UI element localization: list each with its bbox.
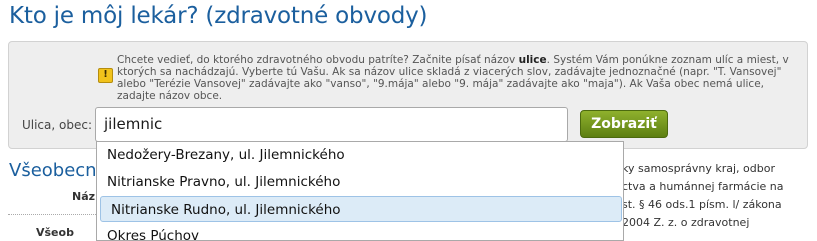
description-line: ky samosprávny kraj, odbor: [622, 162, 775, 175]
show-button[interactable]: Zobraziť: [580, 110, 668, 138]
description-line: st. § 46 ods.1 písm. l/ zákona: [622, 198, 782, 211]
info-icon: !: [98, 68, 113, 83]
section-description: ky samosprávny kraj, odbor ctva a humánn…: [622, 160, 817, 232]
street-label: Ulica, obec:: [21, 118, 92, 132]
suggestions-dropdown: Nedožery-Brezany, ul. Jilemnického Nitri…: [96, 141, 624, 241]
hint-text-start: Chcete vedieť, do ktorého zdravotného ob…: [117, 54, 519, 66]
column-label: Náz: [72, 190, 96, 203]
page-title: Kto je môj lekár? (zdravotné obvody): [9, 3, 428, 29]
description-line: 2004 Z. z. o zdravotnej: [622, 216, 750, 229]
suggestion-item[interactable]: Okres Púchov: [97, 223, 623, 240]
description-line: ctva a humánnej farmácie na: [622, 180, 784, 193]
divider: [8, 214, 98, 215]
search-hint: Chcete vedieť, do ktorého zdravotného ob…: [117, 54, 799, 102]
street-input[interactable]: jilemnic: [95, 107, 568, 142]
row-label: Všeob: [36, 226, 74, 239]
hint-text-bold: ulice: [518, 54, 547, 66]
suggestion-item[interactable]: Nedožery-Brezany, ul. Jilemnického: [97, 142, 623, 168]
section-heading: Všeobecný: [9, 160, 108, 181]
suggestion-item[interactable]: Nitrianske Pravno, ul. Jilemnického: [97, 169, 623, 195]
suggestion-item-selected[interactable]: Nitrianske Rudno, ul. Jilemnického: [100, 196, 622, 222]
